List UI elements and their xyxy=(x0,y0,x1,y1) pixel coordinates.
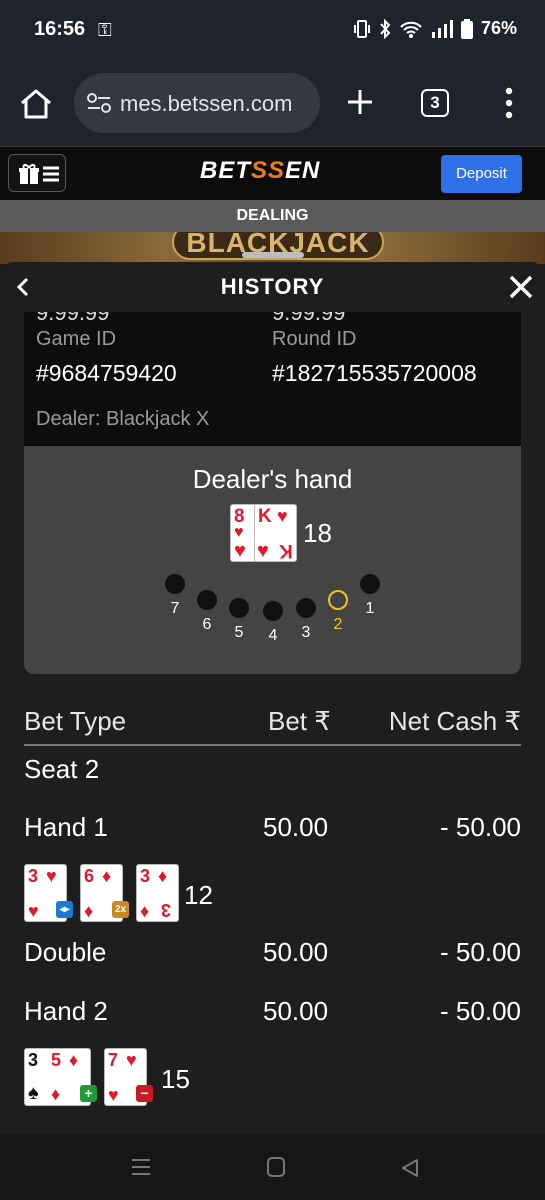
site-settings-icon[interactable] xyxy=(86,91,112,115)
hamburger-icon xyxy=(43,166,59,182)
dealer-hand-total: 18 xyxy=(303,518,332,548)
cutoff-right-value: 9.99.99 xyxy=(272,312,346,325)
vpn-key-icon: ⚿ xyxy=(98,20,112,40)
seat-7-label: 7 xyxy=(170,600,180,617)
split-icon: ◂▸ xyxy=(56,901,73,918)
game-status-bar: DEALING xyxy=(0,200,545,232)
deposit-button[interactable]: Deposit xyxy=(441,155,522,193)
status-icons: 76% xyxy=(353,18,517,39)
seat-4 xyxy=(263,601,283,621)
wifi-icon xyxy=(400,21,422,38)
row-double-net: - 50.00 xyxy=(440,937,521,967)
history-panel: HISTORY 9.99.99 9.99.99 Game ID #9684759… xyxy=(0,262,545,1134)
battery-level: 76% xyxy=(480,18,517,38)
row-hand2-type: Hand 2 xyxy=(24,996,108,1026)
drag-handle[interactable] xyxy=(242,252,304,258)
game-banner: BLACKJACK xyxy=(0,232,545,264)
row-hand2-bet: 50.00 xyxy=(263,996,329,1026)
row-hand1-bet: 50.00 xyxy=(263,812,329,842)
new-tab-icon[interactable] xyxy=(344,86,376,118)
seat-1 xyxy=(360,574,380,594)
seat-2-active xyxy=(328,590,348,610)
more-options-icon[interactable] xyxy=(499,86,519,120)
seat-6-label: 6 xyxy=(202,616,212,633)
col-net-cash: Net Cash ₹ xyxy=(388,706,521,736)
game-id-label: Game ID xyxy=(36,328,117,350)
row-hand1-type: Hand 1 xyxy=(24,812,108,842)
close-icon[interactable] xyxy=(506,272,536,302)
vibrate-icon xyxy=(353,19,370,38)
url-text: mes.betssen.com xyxy=(120,91,293,116)
double-badge: 2x xyxy=(112,901,129,918)
hand1-total: 12 xyxy=(184,880,213,910)
hand2-total: 15 xyxy=(161,1064,190,1094)
dealer-name: Dealer: Blackjack X xyxy=(36,408,210,430)
row-double-bet: 50.00 xyxy=(263,937,329,967)
row-hand1-net: - 50.00 xyxy=(440,812,521,842)
address-bar[interactable]: mes.betssen.com xyxy=(74,73,320,133)
clock: 16:56 xyxy=(34,18,86,40)
seat-4-label: 4 xyxy=(268,627,278,644)
round-id-label: Round ID xyxy=(272,328,357,350)
hand2-card-2-rank: 5 xyxy=(51,1050,62,1070)
seat-3 xyxy=(296,598,316,618)
signal-icon xyxy=(431,19,453,38)
site-header: BETSSEN Deposit xyxy=(0,146,545,200)
stand-badge: − xyxy=(136,1085,153,1102)
seat-5-label: 5 xyxy=(234,624,244,641)
col-bet-type: Bet Type xyxy=(24,706,127,736)
system-nav-bar xyxy=(0,1134,545,1200)
hit-badge: + xyxy=(80,1085,97,1102)
col-bet: Bet ₹ xyxy=(268,706,331,736)
row-double-type: Double xyxy=(24,937,107,967)
seat-5 xyxy=(229,598,249,618)
seat-3-label: 3 xyxy=(301,624,311,641)
cutoff-left-value: 9.99.99 xyxy=(36,312,110,325)
dealer-card-2: K ♥ ♥ K xyxy=(254,504,297,562)
status-bar: 16:56 ⚿ 76% xyxy=(0,0,545,60)
back-nav-icon[interactable] xyxy=(400,1158,420,1178)
recent-apps-icon[interactable] xyxy=(131,1157,151,1177)
hand1-card-3: 3 ♦ ♦ 3 xyxy=(136,864,179,922)
dealer-hand-section: Dealer's hand 8 ♥ ♥ K ♥ ♥ K 18 7 6 5 4 3… xyxy=(24,446,521,674)
history-title: HISTORY xyxy=(220,274,325,299)
betssen-logo[interactable]: BETSSEN xyxy=(200,157,320,185)
battery-icon xyxy=(460,18,473,39)
dealer-hand-title: Dealer's hand xyxy=(192,464,353,494)
home-button-icon[interactable] xyxy=(266,1156,286,1178)
history-header: HISTORY xyxy=(0,262,545,312)
gift-icon xyxy=(19,164,39,184)
row-hand2-net: - 50.00 xyxy=(440,996,521,1026)
home-icon[interactable] xyxy=(18,86,54,122)
promotions-menu-button[interactable] xyxy=(8,154,66,192)
browser-toolbar: mes.betssen.com 3 xyxy=(0,60,545,146)
game-id-value: #9684759420 xyxy=(36,360,177,386)
seat-1-label: 1 xyxy=(365,600,375,617)
seat-2-label: 2 xyxy=(333,616,343,633)
bet-table-header: Bet Type Bet ₹ Net Cash ₹ xyxy=(24,702,521,746)
round-id-value: #182715535720008 xyxy=(272,360,477,386)
seat-label: Seat 2 xyxy=(24,754,100,784)
tab-switcher-button[interactable]: 3 xyxy=(421,89,449,117)
seat-6 xyxy=(197,590,217,610)
bluetooth-icon xyxy=(380,18,391,39)
round-info: 9.99.99 9.99.99 Game ID #9684759420 Roun… xyxy=(24,312,521,446)
seat-7 xyxy=(165,574,185,594)
